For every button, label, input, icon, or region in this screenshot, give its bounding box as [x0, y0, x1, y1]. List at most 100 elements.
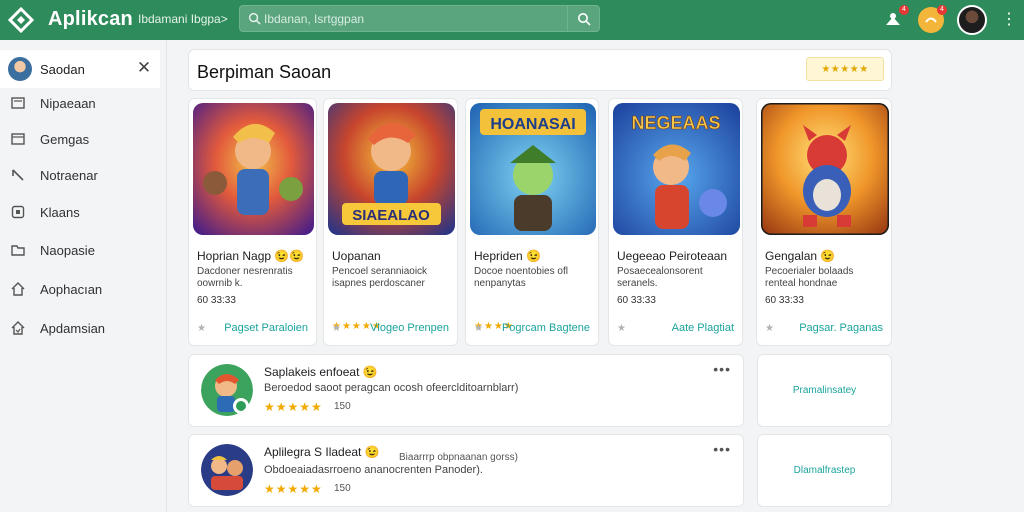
search-icon	[248, 12, 261, 25]
image-icon	[11, 97, 25, 109]
card-title: Gengalan 😉	[765, 249, 836, 263]
favorite-icon[interactable]: ★	[197, 323, 206, 334]
wrench-icon	[12, 169, 24, 181]
app-thumbnail[interactable]	[193, 103, 314, 235]
game-banner-text: SIAEALAO	[352, 207, 430, 224]
more-options-icon[interactable]: •••	[713, 441, 731, 457]
app-card[interactable]: Gengalan 😉 Pecoerialer bolaads renteal h…	[756, 98, 892, 346]
logo-icon[interactable]	[8, 7, 34, 33]
list-item[interactable]: Saplakeis enfoeat 😉 Beroedod saoot perag…	[188, 354, 744, 427]
close-icon[interactable]: ✕	[136, 58, 152, 78]
sidebar-item-notraenar[interactable]: Notraenar	[0, 160, 160, 190]
game-art-image	[761, 103, 889, 235]
row-rating-count: 150	[334, 483, 351, 494]
sidebar-item-label: Aophacıan	[40, 282, 103, 297]
search-input[interactable]	[264, 9, 564, 29]
favorite-icon[interactable]: ★	[332, 323, 341, 334]
user-avatar	[8, 57, 32, 81]
section-title: Berpiman Saoan	[197, 62, 332, 82]
game-banner-text: HOANASAI	[490, 116, 575, 133]
sidebar: Saodan ✕ Nipaeaan Gemgas Notraenar Klaan…	[0, 40, 167, 512]
search-button[interactable]	[567, 6, 599, 31]
card-title: Uopanan	[332, 249, 381, 263]
row-aside-link[interactable]: Pramalinsatey	[758, 385, 891, 396]
favorite-icon[interactable]: ★	[617, 323, 626, 334]
messages-badge: 4	[937, 5, 947, 15]
app-avatar[interactable]	[201, 364, 253, 416]
card-meta: 60 33:33	[617, 295, 656, 306]
row-title: Aplilegra S Iladeat 😉	[264, 445, 380, 459]
app-thumbnail[interactable]	[761, 103, 889, 235]
rating-stars: ★★★★★	[821, 63, 869, 75]
sidebar-user[interactable]: Saodan ✕	[0, 50, 160, 88]
search-bar	[239, 5, 600, 32]
app-avatar-image	[201, 444, 253, 496]
search-icon	[577, 12, 591, 26]
app-thumbnail[interactable]: NEGEAAS	[613, 103, 740, 235]
sidebar-item-label: Klaans	[40, 205, 80, 220]
notification-button[interactable]: 4	[880, 5, 909, 33]
avatar[interactable]	[957, 5, 987, 35]
sidebar-item-label: Nipaeaan	[40, 96, 96, 111]
card-link[interactable]: Pagsar. Paganas	[799, 322, 883, 334]
folder-icon	[11, 245, 25, 256]
game-art-image: SIAEALAO	[328, 103, 455, 235]
app-card[interactable]: Hoprian Nagp 😉😉 Dacdoner nesrenratis oow…	[188, 98, 317, 346]
list-item[interactable]: Aplilegra S Iladeat 😉 Biaarrrp obpnaanan…	[188, 434, 744, 507]
card-title: Hoprian Nagp 😉😉	[197, 249, 305, 263]
card-link[interactable]: Vlogeo Prenpen	[370, 322, 449, 334]
favorite-icon[interactable]: ★	[765, 323, 774, 334]
card-description: Docoe noentobies ofl nenpanytas	[474, 266, 568, 289]
favorite-icon[interactable]: ★	[474, 323, 483, 334]
card-description: Dacdoner nesrenratis oowrnib k.	[197, 266, 293, 289]
app-avatar-image	[201, 364, 253, 416]
app-subtitle[interactable]: Ibdamani Ibgpa>	[138, 12, 228, 26]
house-check-icon	[11, 321, 25, 335]
app-card[interactable]: HOANASAI Hepriden 😉 Docoe noentobies ofl…	[465, 98, 599, 346]
card-description: Pencoel seranniaoick isapnes perdoscaner	[332, 266, 428, 289]
app-thumbnail[interactable]: SIAEALAO	[328, 103, 455, 235]
row-note: Biaarrrp obpnaanan gorss)	[399, 452, 518, 463]
notification-badge: 4	[899, 5, 909, 15]
window-icon	[11, 133, 25, 145]
sidebar-user-name: Saodan	[40, 62, 85, 77]
more-options-icon[interactable]: •••	[713, 361, 731, 377]
app-thumbnail[interactable]: HOANASAI	[470, 103, 596, 235]
row-rating-count: 150	[334, 401, 351, 412]
card-link[interactable]: Pagset Paraloien	[224, 322, 308, 334]
app-card[interactable]: SIAEALAO Uopanan Pencoel seranniaoick is…	[323, 98, 458, 346]
app-title: Aplikcan	[48, 8, 133, 30]
sidebar-item-apdamsian[interactable]: Apdamsian	[0, 313, 160, 343]
sidebar-item-gemgas[interactable]: Gemgas	[0, 124, 160, 154]
tag-icon	[11, 205, 25, 219]
sidebar-item-label: Gemgas	[40, 132, 90, 147]
sidebar-item-label: Naopasie	[40, 243, 95, 258]
sidebar-item-label: Apdamsian	[40, 321, 106, 336]
sidebar-item-aophacian[interactable]: Aophacıan	[0, 274, 160, 304]
row-side-panel: Dlamalfrastep	[757, 434, 892, 507]
rating-filter-chip[interactable]: ★★★★★	[806, 57, 884, 81]
app-card[interactable]: NEGEAAS Uegeeao Peiroteaan Posaecealonso…	[608, 98, 743, 346]
game-banner-text: NEGEAAS	[631, 113, 720, 133]
app-avatar[interactable]	[201, 444, 253, 496]
house-icon	[11, 282, 25, 296]
game-art-image: HOANASAI	[470, 103, 596, 235]
messages-button[interactable]: 4	[918, 5, 947, 33]
card-link[interactable]: Aate Plagtiat	[672, 322, 734, 334]
row-description: Beroedod saoot peragcan ocosh ofeercldit…	[264, 382, 519, 394]
kebab-icon[interactable]: ⋮	[1001, 10, 1017, 30]
card-meta: 60 33:33	[197, 295, 236, 306]
sidebar-item-naopasie[interactable]: Naopasie	[0, 235, 160, 265]
row-aside-link[interactable]: Dlamalfrastep	[758, 465, 891, 476]
card-meta: 60 33:33	[765, 295, 804, 306]
row-rating-stars: ★★★★★	[264, 482, 323, 496]
row-description: Obdoeaiadasrroeno ananocrenten Panoder).	[264, 464, 483, 476]
top-bar: Aplikcan Ibdamani Ibgpa> 4 4 ⋮	[0, 0, 1024, 40]
card-title: Hepriden 😉	[474, 249, 541, 263]
card-description: Posaecealonsorent seranels.	[617, 266, 703, 289]
row-rating-stars: ★★★★★	[264, 400, 323, 414]
sidebar-item-klaans[interactable]: Klaans	[0, 197, 160, 227]
card-title: Uegeeao Peiroteaan	[617, 249, 728, 263]
card-link[interactable]: Pogrcam Bagtene	[502, 322, 590, 334]
sidebar-item-nipaeaan[interactable]: Nipaeaan	[0, 88, 160, 118]
